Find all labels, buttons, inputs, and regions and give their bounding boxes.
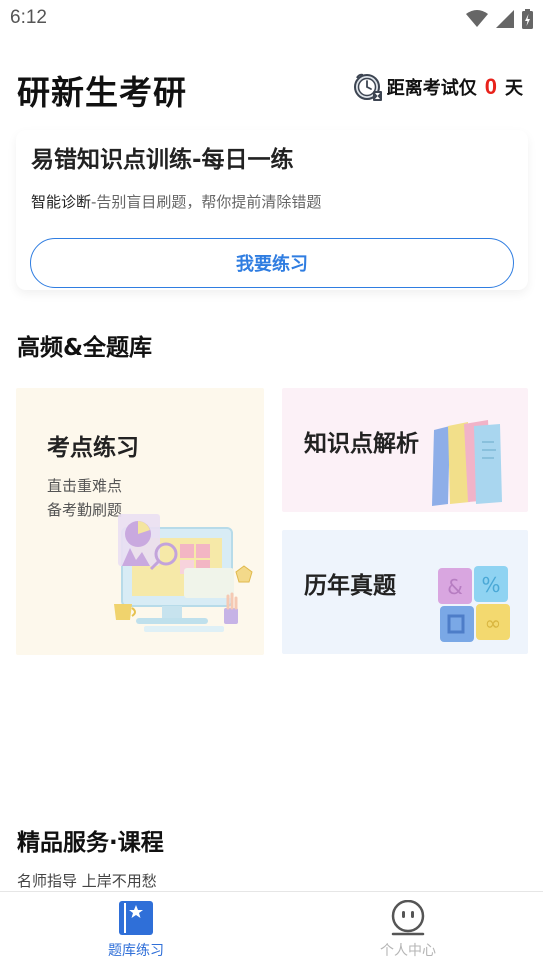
nav-question-bank[interactable]: 题库练习 <box>36 892 236 967</box>
countdown-unit: 天 <box>505 78 523 99</box>
question-bank-title: 高频&全题库 <box>17 335 153 361</box>
alarm-clock-icon <box>353 73 382 101</box>
wifi-icon <box>466 10 488 27</box>
description-text: -告别盲目刷题，帮你提前清除错题 <box>91 193 322 211</box>
status-icons <box>466 9 533 29</box>
books-illustration-icon <box>432 420 502 506</box>
subtitle-line: 直击重难点 <box>47 477 123 495</box>
bookmark-book-icon <box>119 901 153 935</box>
services-title: 精品服务·课程 <box>17 830 164 856</box>
tile-past-exams[interactable]: 历年真题 & % ∞ <box>282 530 528 654</box>
countdown-days: 0 <box>484 74 497 99</box>
nav-profile[interactable]: 个人中心 <box>308 892 508 967</box>
daily-practice-title: 易错知识点训练-每日一练 <box>31 147 294 173</box>
daily-practice-card: 易错知识点训练-每日一练 智能诊断-告别盲目刷题，帮你提前清除错题 我要练习 <box>16 130 528 290</box>
nav-question-bank-label: 题库练习 <box>108 943 164 959</box>
math-blocks-illustration-icon: & % ∞ <box>438 566 510 642</box>
signal-icon <box>496 10 514 28</box>
exam-countdown: 距离考试仅 0 天 <box>353 72 523 102</box>
status-bar: 6:12 <box>0 0 543 36</box>
app-title: 研新生考研 <box>17 73 187 112</box>
start-practice-button[interactable]: 我要练习 <box>30 238 514 288</box>
tile-topic-practice-title: 考点练习 <box>47 435 139 461</box>
daily-practice-description: 智能诊断-告别盲目刷题，帮你提前清除错题 <box>31 191 321 212</box>
description-highlight: 智能诊断 <box>31 193 92 211</box>
services-subtitle: 名师指导 上岸不用愁 <box>17 872 157 890</box>
svg-text:&: & <box>447 575 463 599</box>
computer-illustration-icon <box>114 514 253 632</box>
tile-knowledge-analysis-title: 知识点解析 <box>304 431 419 457</box>
svg-text:∞: ∞ <box>485 611 502 635</box>
tile-past-exams-title: 历年真题 <box>304 573 396 599</box>
status-time: 6:12 <box>10 7 47 28</box>
tile-knowledge-analysis[interactable]: 知识点解析 <box>282 388 528 512</box>
svg-text:%: % <box>481 573 500 597</box>
countdown-label: 距离考试仅 <box>386 78 477 99</box>
tile-topic-practice[interactable]: 考点练习 直击重难点 备考勤刷题 <box>16 388 264 655</box>
battery-icon <box>522 9 533 29</box>
bottom-navigation: 题库练习 个人中心 <box>0 891 543 967</box>
nav-profile-label: 个人中心 <box>380 943 436 959</box>
smiley-face-icon <box>391 900 425 936</box>
